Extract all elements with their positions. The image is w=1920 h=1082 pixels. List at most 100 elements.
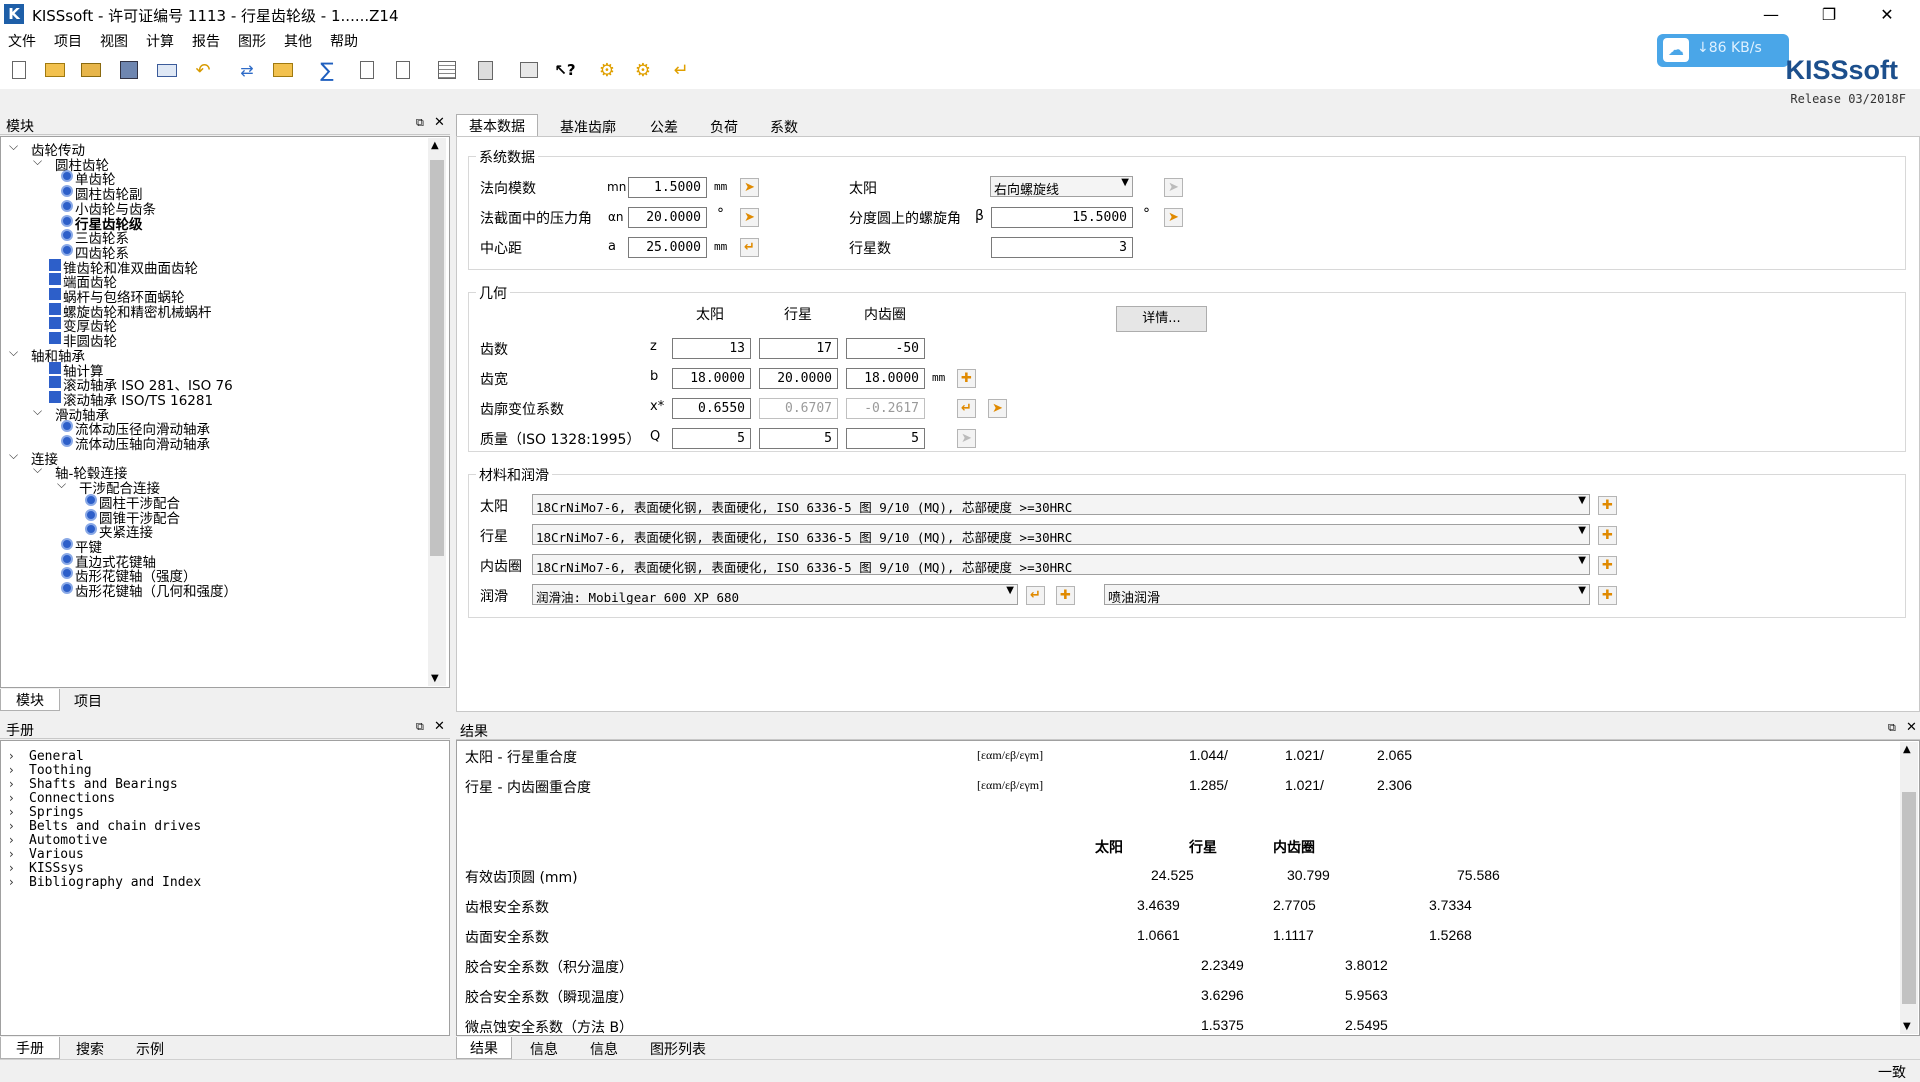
- expand-chevron-icon[interactable]: ›: [9, 763, 14, 777]
- helix-angle-input[interactable]: 15.5000: [991, 207, 1133, 228]
- expand-chevron-icon[interactable]: ›: [9, 875, 14, 889]
- calc-a-button[interactable]: ↵: [740, 238, 759, 257]
- lubricant-import-button[interactable]: ↵: [1026, 586, 1045, 605]
- lubricant-add-button[interactable]: ✚: [1056, 586, 1075, 605]
- gear-arrow-left-icon[interactable]: ⚙: [632, 59, 654, 81]
- expand-chevron-icon[interactable]: ›: [9, 805, 14, 819]
- results-scrollbar[interactable]: ▲ ▼: [1900, 742, 1918, 1034]
- geometry-input[interactable]: 5: [672, 428, 751, 449]
- export-folder-icon[interactable]: [272, 59, 294, 81]
- dock-icon[interactable]: ⧉: [1888, 721, 1896, 735]
- expand-chevron-icon[interactable]: ⌵: [33, 462, 42, 477]
- geometry-input[interactable]: 5: [846, 428, 925, 449]
- helix-dir-button[interactable]: ➤: [1164, 178, 1183, 197]
- tab-graphics-list[interactable]: 图形列表: [650, 1038, 706, 1060]
- menu-file[interactable]: 文件: [8, 31, 36, 51]
- geometry-input[interactable]: 18.0000: [846, 368, 925, 389]
- lubrication-type-select[interactable]: 喷油润滑 ▼: [1104, 584, 1590, 605]
- sum-icon[interactable]: ∑: [316, 58, 338, 82]
- list-icon[interactable]: [436, 59, 458, 81]
- arrow-down-left-icon[interactable]: ↵: [670, 59, 692, 81]
- expand-chevron-icon[interactable]: ›: [9, 777, 14, 791]
- panel-close-icon[interactable]: ✕: [434, 115, 445, 130]
- expand-chevron-icon[interactable]: ⌵: [57, 477, 66, 492]
- module-tree-scrollbar[interactable]: ▲ ▼: [428, 138, 446, 686]
- menu-project[interactable]: 项目: [54, 31, 82, 51]
- menu-graphics[interactable]: 图形: [238, 31, 266, 51]
- tab-examples[interactable]: 示例: [136, 1038, 164, 1060]
- tab-info-1[interactable]: 信息: [530, 1038, 558, 1060]
- geometry-input[interactable]: 18.0000: [672, 368, 751, 389]
- geometry-input[interactable]: 0.6550: [672, 398, 751, 419]
- expand-chevron-icon[interactable]: ⌵: [33, 404, 42, 419]
- calc-mn-button[interactable]: ➤: [740, 178, 759, 197]
- panel-close-icon[interactable]: ✕: [434, 719, 445, 734]
- material-add-button[interactable]: ✚: [1598, 496, 1617, 515]
- lubricant-select[interactable]: 润滑油: Mobilgear 600 XP 680 ▼: [532, 584, 1018, 605]
- center-distance-input[interactable]: 25.0000: [628, 237, 707, 258]
- expand-chevron-icon[interactable]: ›: [9, 819, 14, 833]
- geometry-input[interactable]: 17: [759, 338, 838, 359]
- expand-chevron-icon[interactable]: ⌵: [9, 345, 18, 360]
- help-pointer-icon[interactable]: ↖?: [554, 59, 576, 81]
- material-select[interactable]: 18CrNiMo7-6, 表面硬化钢, 表面硬化, ISO 6336-5 图 9…: [532, 554, 1590, 575]
- tab-info-2[interactable]: 信息: [590, 1038, 618, 1060]
- profile-shift-calc-button[interactable]: ➤: [988, 399, 1007, 418]
- panel-close-icon[interactable]: ✕: [1906, 720, 1917, 735]
- tab-basic-data[interactable]: 基本数据: [456, 114, 538, 136]
- geometry-add-button[interactable]: ✚: [957, 369, 976, 388]
- open-example-icon[interactable]: [80, 59, 102, 81]
- menu-help[interactable]: 帮助: [330, 31, 358, 51]
- tab-modules[interactable]: 模块: [0, 689, 60, 711]
- material-select[interactable]: 18CrNiMo7-6, 表面硬化钢, 表面硬化, ISO 6336-5 图 9…: [532, 524, 1590, 545]
- expand-chevron-icon[interactable]: ›: [9, 847, 14, 861]
- tab-tolerances[interactable]: 公差: [650, 116, 678, 138]
- material-select[interactable]: 18CrNiMo7-6, 表面硬化钢, 表面硬化, ISO 6336-5 图 9…: [532, 494, 1590, 515]
- book-icon[interactable]: [518, 59, 540, 81]
- report-icon[interactable]: [356, 59, 378, 81]
- expand-chevron-icon[interactable]: ⌵: [9, 448, 18, 463]
- tab-projects[interactable]: 项目: [74, 690, 102, 712]
- minimize-button[interactable]: —: [1748, 0, 1794, 29]
- geometry-input[interactable]: 13: [672, 338, 751, 359]
- open-folder-icon[interactable]: [44, 59, 66, 81]
- planet-count-input[interactable]: 3: [991, 237, 1133, 258]
- calculator-icon[interactable]: [474, 59, 496, 81]
- material-add-button[interactable]: ✚: [1598, 556, 1617, 575]
- dock-icon[interactable]: ⧉: [416, 720, 424, 734]
- menu-calc[interactable]: 计算: [146, 31, 174, 51]
- tab-load[interactable]: 负荷: [710, 116, 738, 138]
- geometry-input[interactable]: -50: [846, 338, 925, 359]
- normal-module-input[interactable]: 1.5000: [628, 177, 707, 198]
- menu-other[interactable]: 其他: [284, 31, 312, 51]
- new-file-icon[interactable]: [8, 59, 30, 81]
- expand-chevron-icon[interactable]: ›: [9, 833, 14, 847]
- gear-arrow-icon[interactable]: ⚙: [596, 59, 618, 81]
- calc-alpha-button[interactable]: ➤: [740, 208, 759, 227]
- geometry-input[interactable]: 5: [759, 428, 838, 449]
- tab-results[interactable]: 结果: [456, 1037, 512, 1059]
- save-icon[interactable]: [118, 59, 140, 81]
- expand-chevron-icon[interactable]: ›: [9, 861, 14, 875]
- material-add-button[interactable]: ✚: [1598, 526, 1617, 545]
- details-button[interactable]: 详情...: [1116, 306, 1207, 332]
- profile-shift-import-button[interactable]: ↵: [957, 399, 976, 418]
- dock-icon[interactable]: ⧉: [416, 116, 424, 130]
- expand-chevron-icon[interactable]: ›: [9, 791, 14, 805]
- pressure-angle-input[interactable]: 20.0000: [628, 207, 707, 228]
- menu-view[interactable]: 视图: [100, 31, 128, 51]
- maximize-button[interactable]: ❐: [1806, 0, 1852, 29]
- report-print-icon[interactable]: [392, 59, 414, 81]
- expand-chevron-icon[interactable]: ⌵: [9, 139, 18, 154]
- tab-reference-profile[interactable]: 基准齿廓: [560, 116, 616, 138]
- lubrication-type-add-button[interactable]: ✚: [1598, 586, 1617, 605]
- close-button[interactable]: ✕: [1864, 0, 1910, 29]
- import-icon[interactable]: ⇄: [236, 59, 258, 81]
- calc-beta-button[interactable]: ➤: [1164, 208, 1183, 227]
- menu-report[interactable]: 报告: [192, 31, 220, 51]
- tab-search[interactable]: 搜索: [76, 1038, 104, 1060]
- expand-chevron-icon[interactable]: ›: [9, 749, 14, 763]
- tab-factors[interactable]: 系数: [770, 116, 798, 138]
- mail-icon[interactable]: [156, 59, 178, 81]
- geometry-input[interactable]: 20.0000: [759, 368, 838, 389]
